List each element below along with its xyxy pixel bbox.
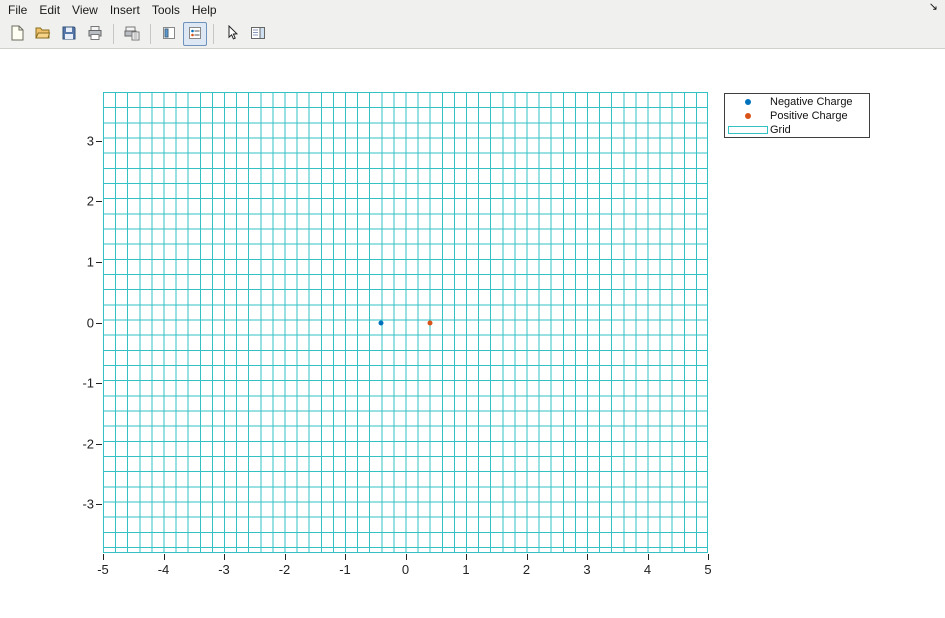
y-tick-label: -1: [82, 376, 94, 391]
x-tick-label: -2: [279, 562, 291, 577]
x-tick-label: 1: [462, 562, 469, 577]
x-tick-mark: [648, 554, 649, 560]
legend-label: Positive Charge: [770, 110, 848, 122]
x-tick-label: -5: [97, 562, 109, 577]
legend-item: Grid: [725, 123, 869, 137]
save-figure-button[interactable]: [57, 22, 81, 46]
x-tick-label: 5: [704, 562, 711, 577]
x-tick-mark: [708, 554, 709, 560]
menu-bar: File Edit View Insert Tools Help: [0, 0, 945, 20]
toolbar-separator: [150, 24, 151, 44]
data-point: [427, 320, 432, 325]
pointer-tool-button[interactable]: [220, 22, 244, 46]
legend[interactable]: Negative Charge Positive Charge Grid: [724, 93, 870, 138]
x-tick-mark: [406, 554, 407, 560]
menu-insert[interactable]: Insert: [104, 1, 146, 19]
toolbar-separator: [113, 24, 114, 44]
legend-marker-dot-icon: [725, 99, 770, 105]
figure-canvas: -5-4-3-2-1012345-3-2-10123 Negative Char…: [0, 49, 945, 618]
legend-item: Positive Charge: [725, 109, 869, 123]
print-preview-button[interactable]: [120, 22, 144, 46]
toolbar-separator: [213, 24, 214, 44]
insert-colorbar-button[interactable]: [157, 22, 181, 46]
show-plot-tools-icon: [250, 25, 266, 44]
open-file-button[interactable]: [31, 22, 55, 46]
menu-help[interactable]: Help: [186, 1, 223, 19]
legend-item: Negative Charge: [725, 95, 869, 109]
x-tick-mark: [345, 554, 346, 560]
insert-colorbar-icon: [161, 25, 177, 44]
x-tick-label: 0: [402, 562, 409, 577]
x-tick-mark: [466, 554, 467, 560]
legend-marker-dot-icon: [725, 113, 770, 119]
y-tick-mark: [96, 141, 102, 142]
pointer-icon: [224, 25, 240, 44]
axes[interactable]: -5-4-3-2-1012345-3-2-10123: [103, 92, 708, 553]
y-tick-label: -3: [82, 497, 94, 512]
dock-arrow-icon[interactable]: ↘: [929, 1, 938, 13]
y-tick-label: 0: [87, 315, 94, 330]
x-tick-label: 2: [523, 562, 530, 577]
x-tick-mark: [103, 554, 104, 560]
x-tick-mark: [285, 554, 286, 560]
legend-marker-shape: [745, 113, 751, 119]
save-figure-icon: [61, 25, 77, 44]
data-point: [379, 320, 384, 325]
x-tick-label: -4: [158, 562, 170, 577]
y-tick-mark: [96, 201, 102, 202]
x-tick-label: -3: [218, 562, 230, 577]
print-preview-icon: [124, 25, 140, 44]
print-figure-icon: [87, 25, 103, 44]
y-tick-mark: [96, 444, 102, 445]
x-tick-label: 3: [583, 562, 590, 577]
x-tick-label: 4: [644, 562, 651, 577]
y-tick-mark: [96, 262, 102, 263]
legend-marker-shape: [745, 99, 751, 105]
menu-file[interactable]: File: [8, 1, 33, 19]
new-figure-icon: [9, 25, 25, 44]
y-tick-label: 1: [87, 254, 94, 269]
figure-toolbar: [0, 20, 945, 49]
x-tick-mark: [527, 554, 528, 560]
x-tick-mark: [587, 554, 588, 560]
legend-label: Negative Charge: [770, 96, 853, 108]
x-tick-label: -1: [339, 562, 351, 577]
insert-legend-button[interactable]: [183, 22, 207, 46]
y-tick-mark: [96, 383, 102, 384]
y-tick-label: 2: [87, 194, 94, 209]
y-tick-label: 3: [87, 133, 94, 148]
menu-tools[interactable]: Tools: [146, 1, 186, 19]
new-figure-button[interactable]: [5, 22, 29, 46]
y-tick-mark: [96, 323, 102, 324]
x-tick-mark: [164, 554, 165, 560]
x-tick-mark: [224, 554, 225, 560]
menu-edit[interactable]: Edit: [33, 1, 66, 19]
y-tick-label: -2: [82, 436, 94, 451]
legend-label: Grid: [770, 124, 791, 136]
y-tick-mark: [96, 504, 102, 505]
legend-marker-shape: [728, 126, 768, 134]
print-figure-button[interactable]: [83, 22, 107, 46]
insert-legend-icon: [187, 25, 203, 44]
show-plot-tools-button[interactable]: [246, 22, 270, 46]
menu-view[interactable]: View: [66, 1, 104, 19]
open-file-icon: [35, 25, 51, 44]
legend-marker-box-icon: [725, 126, 770, 134]
